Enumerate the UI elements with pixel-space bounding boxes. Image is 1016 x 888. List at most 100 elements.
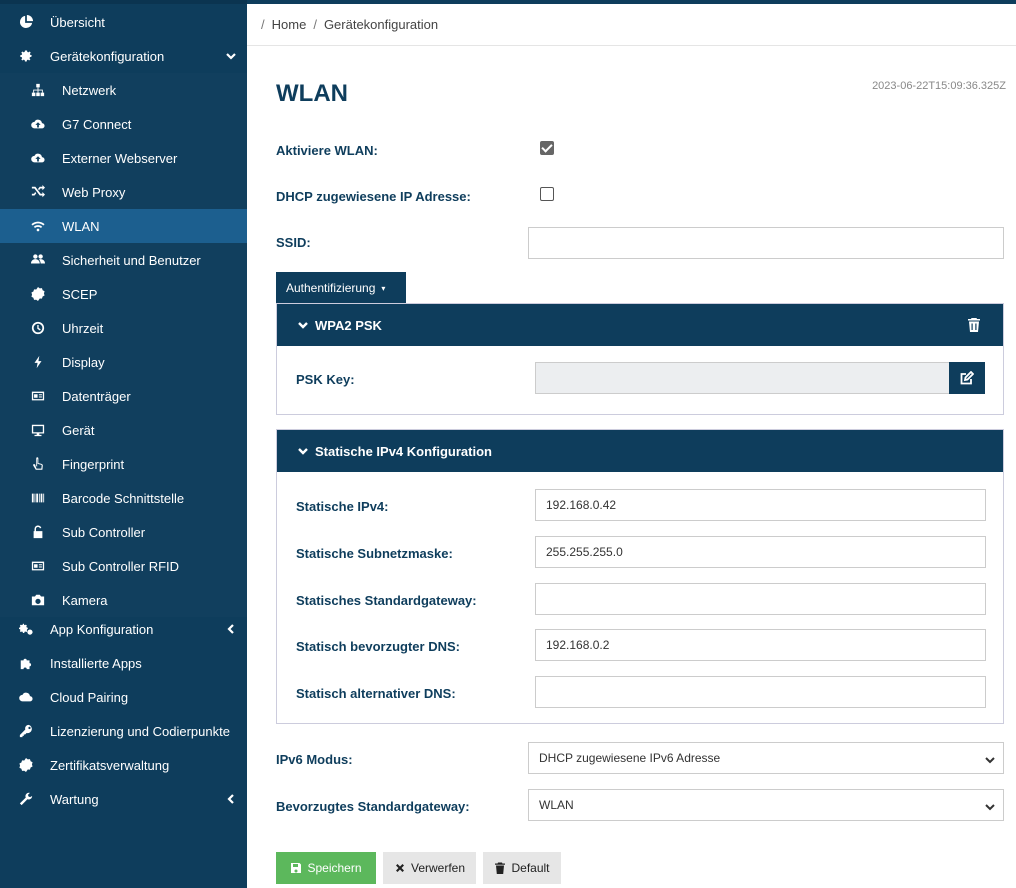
id-card-icon	[30, 558, 46, 574]
sidebar-item-label: Uhrzeit	[62, 320, 104, 336]
sidebar-item-label: SCEP	[62, 286, 98, 302]
breadcrumb-separator: /	[261, 17, 265, 32]
wpa2-psk-header[interactable]: WPA2 PSK	[277, 304, 1003, 346]
camera-icon	[30, 592, 46, 608]
id-card-icon	[30, 388, 46, 404]
sidebar-item-label: Sicherheit und Benutzer	[62, 252, 201, 268]
wrench-icon	[18, 791, 34, 807]
sidebar-item-installierte-apps[interactable]: Installierte Apps	[0, 646, 247, 680]
ssid-input[interactable]	[528, 227, 1004, 259]
trash-icon[interactable]	[967, 317, 981, 333]
wifi-icon	[30, 218, 46, 234]
sidebar-item-label: Netzwerk	[62, 82, 117, 98]
ipv4-header[interactable]: Statische IPv4 Konfiguration	[277, 430, 1003, 472]
sidebar-item-geraetekonfiguration[interactable]: Gerätekonfiguration	[0, 39, 247, 73]
psk-key-input[interactable]	[535, 362, 950, 394]
sidebar-item-label: Barcode Schnittstelle	[62, 490, 185, 506]
sidebar-item-cloud-pairing[interactable]: Cloud Pairing	[0, 680, 247, 714]
trash-icon	[494, 862, 511, 874]
chevron-down-icon	[297, 445, 309, 457]
gear-icon	[18, 48, 34, 64]
preferred-gateway-label: Bevorzugtes Standardgateway:	[276, 799, 470, 814]
certificate-icon	[30, 286, 46, 302]
ipv6-mode-select[interactable]: DHCP zugewiesene IPv6 Adresse	[528, 742, 1004, 774]
certificate-icon	[18, 757, 34, 773]
preferred-dns-input[interactable]: 192.168.0.2	[535, 629, 986, 661]
wpa2-psk-title: WPA2 PSK	[315, 317, 382, 333]
breadcrumb-home-link[interactable]: Home	[272, 17, 307, 32]
save-button[interactable]: Speichern	[276, 852, 376, 884]
sidebar-item-datentraeger[interactable]: Datenträger	[0, 379, 247, 413]
sidebar-item-wlan[interactable]: WLAN	[0, 209, 247, 243]
sidebar-item-netzwerk[interactable]: Netzwerk	[0, 73, 247, 107]
subnet-mask-label: Statische Subnetzmaske:	[296, 546, 453, 561]
ipv6-mode-label: IPv6 Modus:	[276, 752, 353, 767]
activate-wlan-checkbox[interactable]	[540, 141, 554, 155]
sidebar-item-uhrzeit[interactable]: Uhrzeit	[0, 311, 247, 345]
sidebar-item-uebersicht[interactable]: Übersicht	[0, 5, 247, 39]
sidebar-item-sub-controller-rfid[interactable]: Sub Controller RFID	[0, 549, 247, 583]
default-button[interactable]: Default	[483, 852, 561, 884]
sidebar-item-label: Sub Controller	[62, 524, 146, 540]
sidebar-item-label: Gerät	[62, 422, 95, 438]
sidebar-item-lizenzierung[interactable]: Lizenzierung und Codierpunkte	[0, 714, 247, 748]
preferred-gateway-value: WLAN	[539, 798, 574, 812]
sidebar-item-sicherheit[interactable]: Sicherheit und Benutzer	[0, 243, 247, 277]
sidebar-item-label: Zertifikatsverwaltung	[50, 757, 170, 773]
sidebar-item-zertifikatsverwaltung[interactable]: Zertifikatsverwaltung	[0, 748, 247, 782]
sidebar-item-label: Datenträger	[62, 388, 131, 404]
sidebar-item-label: G7 Connect	[62, 116, 132, 132]
preferred-gateway-select[interactable]: WLAN	[528, 789, 1004, 821]
save-button-label: Speichern	[307, 861, 362, 875]
cogs-icon	[18, 621, 34, 637]
sidebar-item-label: Fingerprint	[62, 456, 125, 472]
static-ipv4-input[interactable]: 192.168.0.42	[535, 489, 986, 521]
sidebar-item-wartung[interactable]: Wartung	[0, 782, 247, 816]
sidebar-item-label: Übersicht	[50, 14, 105, 30]
sidebar-item-sub-controller[interactable]: Sub Controller	[0, 515, 247, 549]
sidebar-item-g7-connect[interactable]: G7 Connect	[0, 107, 247, 141]
dhcp-checkbox[interactable]	[540, 187, 554, 201]
clock-icon	[30, 320, 46, 336]
edit-psk-button[interactable]	[949, 362, 985, 394]
sidebar-item-label: Sub Controller RFID	[62, 558, 180, 574]
ssid-label: SSID:	[276, 235, 311, 250]
sidebar-item-web-proxy[interactable]: Web Proxy	[0, 175, 247, 209]
static-ipv4-label: Statische IPv4:	[296, 499, 389, 514]
puzzle-icon	[18, 655, 34, 671]
sidebar-item-display[interactable]: Display	[0, 345, 247, 379]
preferred-dns-label: Statisch bevorzugter DNS:	[296, 639, 460, 654]
sidebar-item-label: Kamera	[62, 592, 108, 608]
sidebar-item-geraet[interactable]: Gerät	[0, 413, 247, 447]
subnet-mask-input[interactable]: 255.255.255.0	[535, 536, 986, 568]
unlock-icon	[30, 524, 46, 540]
close-icon	[394, 862, 411, 874]
sidebar-item-label: WLAN	[62, 218, 100, 234]
chevron-left-icon	[225, 793, 237, 805]
page-title: WLAN	[276, 80, 348, 107]
cloud-icon	[18, 689, 34, 705]
sidebar-item-label: App Konfiguration	[50, 621, 154, 637]
sidebar-item-scep[interactable]: SCEP	[0, 277, 247, 311]
sidebar-item-barcode[interactable]: Barcode Schnittstelle	[0, 481, 247, 515]
caret-down-icon: ▾	[381, 283, 386, 293]
activate-wlan-label: Aktiviere WLAN:	[276, 143, 378, 158]
chevron-down-icon	[985, 754, 995, 764]
alternate-dns-input[interactable]	[535, 676, 986, 708]
gateway-input[interactable]	[535, 583, 986, 615]
sidebar-item-label: Lizenzierung und Codierpunkte	[50, 723, 230, 739]
chevron-left-icon	[225, 623, 237, 635]
discard-button[interactable]: Verwerfen	[383, 852, 476, 884]
sidebar-item-fingerprint[interactable]: Fingerprint	[0, 447, 247, 481]
breadcrumb-current[interactable]: Gerätekonfiguration	[324, 17, 438, 32]
sitemap-icon	[30, 82, 46, 98]
ipv4-title: Statische IPv4 Konfiguration	[315, 443, 492, 459]
app-root: Übersicht Gerätekonfiguration Netzwerk G…	[0, 0, 1016, 888]
authentication-dropdown[interactable]: Authentifizierung ▾	[276, 272, 406, 304]
sidebar: Übersicht Gerätekonfiguration Netzwerk G…	[0, 0, 247, 888]
barcode-icon	[30, 490, 46, 506]
sidebar-item-externer-webserver[interactable]: Externer Webserver	[0, 141, 247, 175]
pie-chart-icon	[18, 14, 34, 30]
sidebar-item-app-konfiguration[interactable]: App Konfiguration	[0, 612, 247, 646]
edit-icon	[960, 371, 974, 385]
